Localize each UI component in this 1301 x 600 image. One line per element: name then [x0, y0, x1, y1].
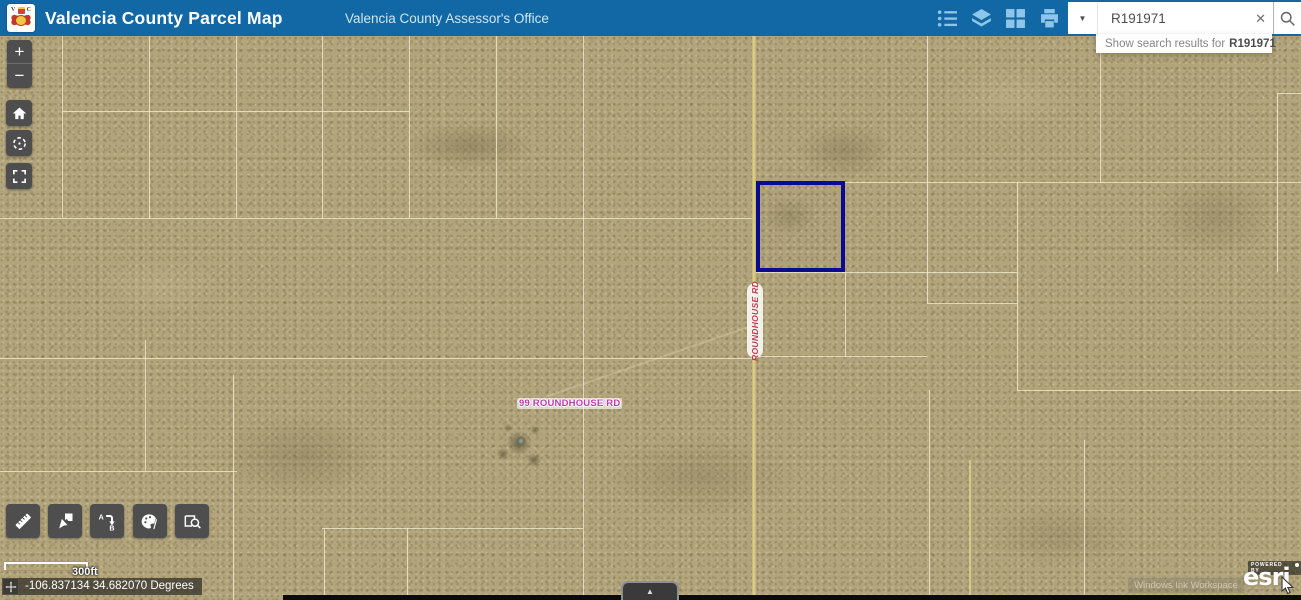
parcel-line — [969, 460, 971, 600]
parcel-line — [407, 528, 408, 600]
search-widget: ▼ ✕ — [1068, 2, 1301, 34]
select-area-icon — [55, 511, 75, 531]
search-input[interactable] — [1098, 10, 1251, 27]
selected-parcel-outline[interactable] — [756, 181, 845, 272]
print-icon — [1039, 8, 1060, 29]
seal-crown — [18, 7, 25, 14]
parcel-line — [62, 36, 63, 218]
parcel-line — [322, 528, 583, 529]
zoom-in-button[interactable]: + — [7, 40, 32, 64]
page-subtitle: Valencia County Assessor's Office — [345, 11, 549, 26]
parcel-line — [758, 356, 927, 357]
app-header: V C Valencia County Parcel Map Valencia … — [0, 0, 1301, 36]
palette-icon — [140, 511, 160, 531]
parcel-line — [927, 36, 928, 303]
crosshair-move-icon[interactable] — [2, 578, 19, 595]
parcel-line — [149, 36, 150, 218]
parcel-line — [1100, 36, 1101, 183]
parcel-line — [754, 272, 1017, 273]
layers-button[interactable] — [970, 7, 992, 29]
search-input-box: ✕ — [1098, 2, 1273, 34]
zoom-out-button[interactable]: − — [7, 64, 32, 88]
parcel-line — [0, 358, 754, 359]
search-icon — [1279, 10, 1296, 27]
home-icon — [11, 105, 28, 122]
coordinate-readout: -106.837134 34.682070 Degrees — [19, 578, 202, 595]
query-tool-button[interactable] — [175, 504, 209, 538]
locate-icon — [11, 135, 28, 152]
measurement-tool-button[interactable] — [6, 504, 40, 538]
parcel-line — [1017, 183, 1018, 390]
basemap-gallery-button[interactable] — [1004, 7, 1026, 29]
homestead-structure — [494, 418, 550, 474]
my-location-button[interactable] — [6, 130, 32, 156]
county-seal-logo: V C — [7, 4, 35, 32]
seal-letter-v: V — [11, 7, 15, 13]
parcel-line — [929, 390, 930, 600]
page-title: Valencia County Parcel Map — [45, 8, 283, 29]
map-search-icon — [182, 511, 202, 531]
legend-icon — [937, 8, 958, 29]
parcel-line — [322, 36, 323, 218]
parcel-line — [927, 303, 1017, 304]
parcel-line — [236, 36, 237, 218]
coordinate-widget: -106.837134 34.682070 Degrees — [2, 578, 202, 595]
parcel-line — [1084, 440, 1085, 600]
legend-button[interactable] — [936, 7, 958, 29]
road-label: ROUNDHOUSE RD — [747, 283, 763, 358]
basemap-grid-icon — [1005, 8, 1026, 29]
parcel-line — [496, 36, 497, 218]
header-toolbar — [936, 0, 1060, 36]
address-label: 99 ROUNDHOUSE RD — [517, 398, 622, 409]
suggestion-term: R191971 — [1229, 38, 1276, 50]
scale-label: 300ft — [72, 566, 98, 578]
home-extent-button[interactable] — [6, 100, 32, 126]
parcel-line — [62, 111, 409, 112]
print-button[interactable] — [1038, 7, 1060, 29]
seal-circle — [15, 15, 27, 26]
svg-text:B: B — [109, 525, 114, 531]
ruler-icon — [13, 511, 33, 531]
svg-text:A: A — [99, 513, 104, 521]
parcel-line — [845, 272, 846, 357]
parcel-line — [583, 36, 584, 600]
search-button[interactable] — [1273, 2, 1301, 34]
search-source-dropdown[interactable]: ▼ — [1068, 2, 1098, 34]
layers-icon — [971, 8, 992, 29]
parcel-line — [0, 471, 237, 472]
seal-letter-c: C — [27, 7, 31, 13]
parcel-line — [409, 36, 410, 218]
directions-tool-button[interactable]: AB — [90, 504, 124, 538]
parcel-line — [324, 528, 325, 600]
parcel-line — [233, 375, 234, 600]
parcel-line — [145, 340, 146, 471]
windows-ink-watermark: Windows Ink Workspace — [1127, 577, 1245, 594]
clear-search-icon[interactable]: ✕ — [1255, 12, 1266, 25]
fullscreen-button[interactable] — [6, 163, 32, 189]
parcel-line — [1017, 390, 1301, 391]
mouse-cursor — [1281, 576, 1294, 600]
road-label-text: ROUNDHOUSE RD — [750, 281, 760, 361]
zoom-control-group: + − — [7, 40, 32, 88]
parcel-line — [1277, 93, 1301, 94]
suggestion-prefix: Show search results for — [1105, 38, 1225, 50]
search-suggestion[interactable]: Show search results for R191971 — [1096, 34, 1272, 53]
draw-tool-button[interactable] — [133, 504, 167, 538]
fullscreen-icon — [11, 168, 28, 185]
bottom-panel-edge — [283, 595, 1301, 600]
attribute-table-toggle[interactable]: ▲ — [621, 581, 679, 600]
app-window: ROUNDHOUSE RD 99 ROUNDHOUSE RD V C Valen… — [0, 0, 1301, 600]
a-to-b-route-icon: AB — [97, 511, 117, 531]
select-tool-button[interactable] — [48, 504, 82, 538]
parcel-line — [0, 218, 754, 219]
